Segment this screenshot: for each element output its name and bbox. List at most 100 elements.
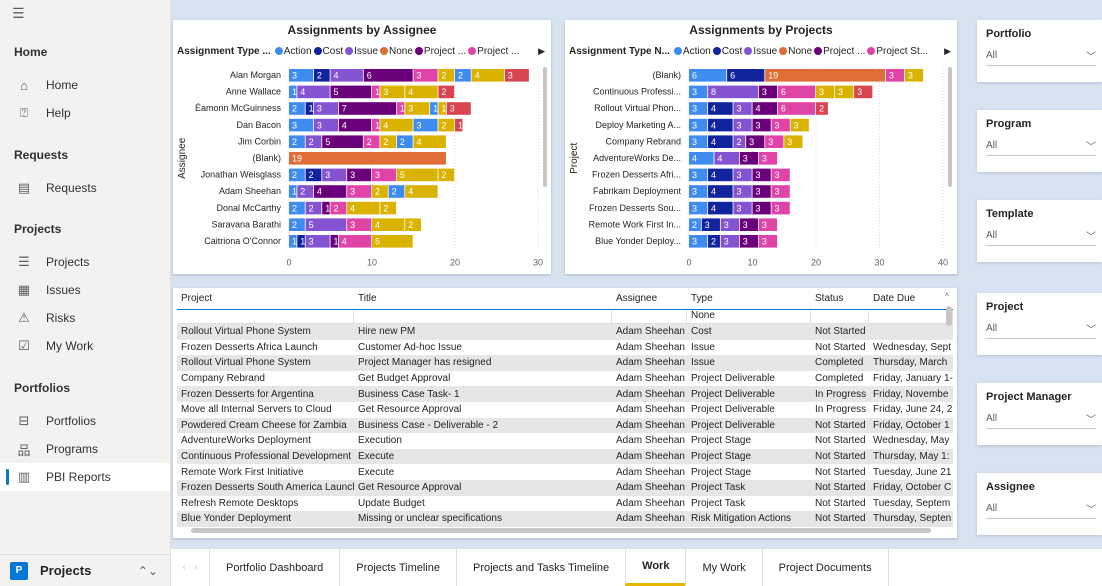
nav-item-home[interactable]: ⌂ Home (0, 71, 170, 99)
legend-item-issue[interactable]: Issue (744, 46, 777, 57)
table-row[interactable]: Frozen Desserts for Argentina Business Ca… (177, 386, 953, 402)
nav-item-programs[interactable]: 品 Programs (0, 435, 170, 463)
table-cell: Rollout Virtual Phone System (181, 357, 311, 369)
legend-next-arrow-icon[interactable]: ▶ (944, 46, 951, 57)
slicer-dropdown[interactable]: All ﹀ (986, 226, 1096, 246)
table-row[interactable]: Powdered Cream Cheese for Zambia Business… (177, 417, 953, 434)
x-tick-label: 20 (811, 258, 821, 268)
table-cell: Get Budget Approval (358, 373, 451, 385)
legend-title: Assignment Type N... (569, 45, 670, 57)
nav-item-my-work[interactable]: ☑ My Work (0, 332, 170, 360)
table-vertical-scrollbar[interactable]: ^ (945, 292, 953, 520)
tab-portfolio-dashboard[interactable]: Portfolio Dashboard (209, 549, 339, 586)
tab-projects-and-tasks-timeline[interactable]: Projects and Tasks Timeline (456, 549, 625, 586)
scrollbar-thumb[interactable] (946, 306, 952, 326)
nav-item-requests[interactable]: ▤ Requests (0, 174, 170, 202)
scroll-up-icon[interactable]: ^ (945, 292, 949, 301)
slicer-title: Portfolio (986, 28, 1032, 40)
bar-data-label: 2 (317, 71, 322, 81)
legend-item-cost[interactable]: Cost (712, 46, 742, 57)
table-cell: Business Case Task- 1 (358, 388, 460, 400)
legend-item-action[interactable]: Action (673, 46, 711, 57)
column-header-type[interactable]: Type (687, 293, 811, 304)
legend-item-project-stage[interactable]: Project St... (867, 46, 928, 57)
hamburger-menu-icon[interactable]: ☰ (12, 5, 25, 22)
table-cell: Adam Sheehan (616, 388, 685, 400)
bar-data-label: 3 (375, 170, 380, 180)
slicer-dropdown[interactable]: All ﹀ (986, 499, 1096, 519)
slicer-dropdown[interactable]: All ﹀ (986, 136, 1096, 156)
scrollbar-thumb[interactable] (191, 528, 931, 533)
table-row[interactable]: Company Rebrand Get Budget Approval Adam S… (177, 371, 953, 387)
nav-item-issues[interactable]: ▦ Issues (0, 276, 170, 304)
bar-data-label: 6 (367, 71, 372, 81)
app-switcher[interactable]: P Projects ⌃⌄ (0, 554, 170, 586)
table-row[interactable]: Continuous Professional Development Execu… (177, 448, 953, 465)
legend-item-project-2[interactable]: Project ... (468, 46, 519, 57)
nav-item-risks[interactable]: ⚠ Risks (0, 304, 170, 332)
slicer-portfolio: Portfolio All ﹀ (977, 20, 1102, 82)
nav-item-projects[interactable]: ☰ Projects (0, 248, 170, 276)
bar-data-label: 4 (475, 71, 480, 81)
table-horizontal-scrollbar[interactable] (181, 526, 939, 534)
table-cell: Not Started (815, 482, 866, 494)
table-row[interactable]: Remote Work First Initiative Execute Adam … (177, 464, 953, 480)
legend-item-action[interactable]: Action (274, 46, 312, 57)
tab-work[interactable]: Work (625, 549, 686, 586)
column-header-title[interactable]: Title (354, 293, 612, 304)
table-cell: Adam Sheehan (616, 419, 685, 431)
slicer-title: Project Manager (986, 391, 1072, 403)
legend-dot (345, 47, 354, 55)
legend-item-project-1[interactable]: Project ... (414, 46, 466, 57)
legend-item-issue[interactable]: Issue (345, 46, 378, 57)
chart-scrollbar-thumb (948, 67, 952, 187)
table-row[interactable]: AdventureWorks Deployment Execution Adam S… (177, 433, 953, 449)
y-tick-label: Adam Sheehan (219, 186, 281, 196)
y-tick-label: Company Rebrand (605, 136, 681, 146)
slicer-dropdown[interactable]: All ﹀ (986, 409, 1096, 429)
table-row[interactable]: Blue Yonder Deployment Missing or unclear… (177, 511, 953, 527)
legend-label: Cost (322, 45, 344, 57)
bar-data-label: 3 (692, 170, 697, 180)
table-row[interactable]: Move all Internal Servers to Cloud Get Re… (177, 402, 953, 418)
tab-projects-timeline[interactable]: Projects Timeline (339, 549, 456, 586)
legend-item-none[interactable]: None (380, 46, 413, 57)
nav-item-portfolios[interactable]: ⊟ Portfolios (0, 407, 170, 435)
column-header-date-due[interactable]: Date Due (869, 293, 953, 304)
column-header-project[interactable]: Project (177, 293, 354, 304)
table-row[interactable]: Rollout Virtual Phone System Hire new PM A… (177, 324, 953, 340)
legend-item-project-1[interactable]: Project ... (814, 46, 865, 57)
bar-data-label: 3 (787, 137, 792, 147)
chevron-down-icon: ﹀ (1086, 325, 1096, 336)
table-row[interactable]: Refresh Remote Desktops Update Budget Adam… (177, 496, 953, 512)
nav-item-pbi-reports[interactable]: ▥ PBI Reports (0, 463, 170, 491)
y-tick-label: Continuous Professi... (593, 87, 681, 97)
tab-project-documents[interactable]: Project Documents (761, 549, 889, 586)
legend-dot (814, 47, 823, 55)
table-row[interactable]: None (177, 310, 953, 324)
bar-data-label: 2 (292, 104, 297, 114)
tab-scroll-left-icon[interactable]: ‹ (183, 562, 186, 573)
bar-segment (765, 69, 886, 82)
slicer-dropdown[interactable]: All ﹀ (986, 319, 1096, 339)
legend-item-none[interactable]: None (779, 46, 812, 57)
bar-data-label: 3 (743, 237, 748, 247)
column-header-status[interactable]: Status (811, 293, 869, 304)
column-header-assignee[interactable]: Assignee (612, 293, 687, 304)
tab-my-work[interactable]: My Work (685, 549, 761, 586)
nav-item-help[interactable]: ⍰ Help (0, 99, 170, 127)
table-cell: Project Stage (691, 451, 752, 463)
table-row[interactable]: Frozen Desserts South America Launch Get … (177, 479, 953, 496)
bar-data-label: 3 (350, 187, 355, 197)
table-row[interactable]: Rollout Virtual Phone System Project Mana… (177, 355, 953, 371)
table-cell: Adam Sheehan (616, 497, 685, 509)
tab-scroll-right-icon[interactable]: › (194, 562, 197, 573)
legend-next-arrow-icon[interactable]: ▶ (538, 46, 545, 57)
legend-item-cost[interactable]: Cost (313, 45, 344, 57)
table-cell: Friday, Novembe (873, 388, 949, 400)
nav-item-label: Risks (46, 311, 76, 325)
table-row[interactable]: Frozen Desserts Africa Launch Customer Ad… (177, 340, 953, 356)
bar-data-label: 2 (367, 137, 372, 147)
slicer-dropdown[interactable]: All ﹀ (986, 46, 1096, 66)
table-cell: Adam Sheehan (616, 513, 685, 525)
